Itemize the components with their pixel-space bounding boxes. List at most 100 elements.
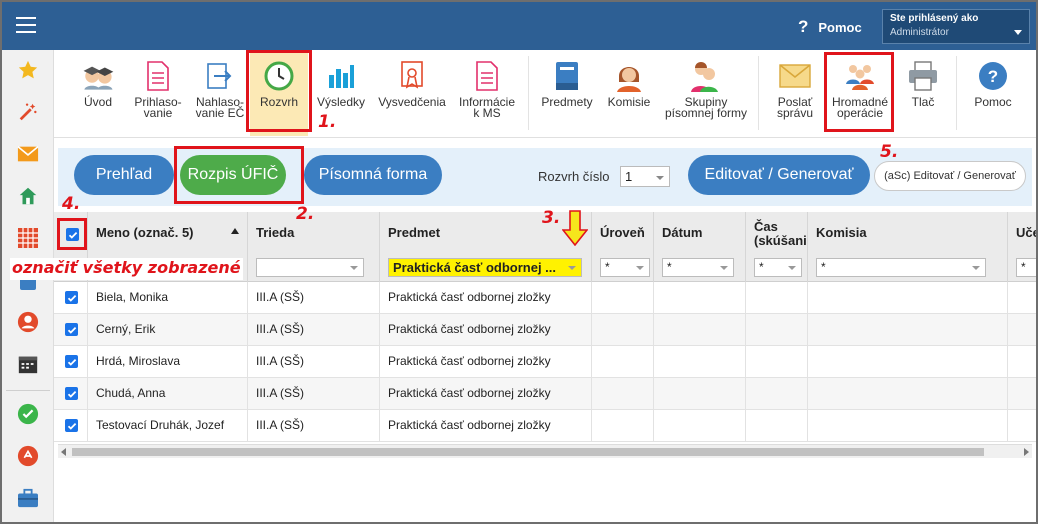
cell-datum	[654, 410, 746, 441]
col-datum[interactable]: Dátum *	[654, 212, 746, 282]
cell-meno: Testovací Druhák, Jozef	[88, 410, 248, 441]
cell-predmet: Praktická časť odbornej zložky	[380, 346, 592, 377]
help-label: Pomoc	[818, 19, 862, 35]
chevron-down-icon	[972, 266, 980, 270]
home-icon[interactable]	[16, 184, 40, 208]
filter-datum-value: *	[667, 260, 672, 274]
filter-predmet-value: Praktická časť odbornej ...	[393, 260, 557, 275]
table-row[interactable]: Cerný, Erik III.A (SŠ) Praktická časť od…	[54, 314, 1036, 346]
filter-uceb[interactable]: *	[1016, 258, 1036, 277]
toolbar-nahlasovanie[interactable]: Nahlaso- vanie EČ	[190, 50, 250, 136]
module-toolbar: Úvod Prihlaso- vanie Nahlaso- vanie EČ R…	[54, 50, 1036, 138]
tab-rozpis-ufic[interactable]: Rozpis ÚFIČ	[180, 155, 286, 195]
col-cas[interactable]: Čas (skúšani *	[746, 212, 808, 282]
svg-text:?: ?	[988, 67, 998, 86]
toolbar-pomoc[interactable]: ? Pomoc	[964, 50, 1022, 136]
filter-uroven[interactable]: *	[600, 258, 650, 277]
table-row[interactable]: Hrdá, Miroslava III.A (SŠ) Praktická čas…	[54, 346, 1036, 378]
annotation-select-all-note: označiť všetky zobrazené	[10, 258, 243, 280]
toolbar-skupiny[interactable]: Skupiny písomnej formy	[660, 50, 752, 136]
app-window: ? Pomoc Ste prihlásený ako Administrátor	[0, 0, 1038, 524]
table-row[interactable]: Biela, Monika III.A (SŠ) Praktická časť …	[54, 282, 1036, 314]
check-circle-icon[interactable]	[16, 402, 40, 426]
toolbar-vysvedcenia[interactable]: Vysvedčenia	[374, 50, 450, 136]
filter-cas[interactable]: *	[754, 258, 802, 277]
cell-predmet: Praktická časť odbornej zložky	[380, 314, 592, 345]
annotation-number-3: 3.	[542, 208, 561, 228]
filter-komisia[interactable]: *	[816, 258, 986, 277]
row-checkbox[interactable]	[65, 419, 78, 432]
toolbar-poslat-spravu[interactable]: Poslať správu	[766, 50, 824, 136]
scroll-left-icon[interactable]	[61, 448, 66, 456]
row-checkbox[interactable]	[65, 291, 78, 304]
row-checkbox[interactable]	[65, 387, 78, 400]
toolbar-informacie[interactable]: Informácie k MS	[454, 50, 520, 136]
scroll-right-icon[interactable]	[1024, 448, 1029, 456]
filter-cas-value: *	[759, 260, 764, 274]
cell-meno: Chudá, Anna	[88, 378, 248, 409]
horizontal-scrollbar[interactable]	[58, 444, 1032, 458]
scrollbar-thumb[interactable]	[72, 448, 984, 456]
table-row[interactable]: Chudá, Anna III.A (SŠ) Praktická časť od…	[54, 378, 1036, 410]
user-menu[interactable]: Ste prihlásený ako Administrátor	[882, 9, 1030, 44]
toolbar-label: Vysvedčenia	[378, 95, 446, 109]
table-row[interactable]: Testovací Druhák, Jozef III.A (SŠ) Prakt…	[54, 410, 1036, 442]
tab-pisomna-forma[interactable]: Písomná forma	[304, 155, 442, 195]
filter-komisia-value: *	[821, 260, 826, 274]
asc-edit-generate-button[interactable]: (aSc) Editovať / Generovať	[874, 161, 1026, 191]
briefcase-icon[interactable]	[16, 486, 40, 510]
toolbar-hromadne-operacie[interactable]: Hromadné operácie	[828, 50, 892, 136]
person-icon[interactable]	[16, 310, 40, 334]
filter-trieda[interactable]	[256, 258, 364, 277]
toolbar-tlac[interactable]: Tlač	[896, 50, 950, 136]
edit-generate-button[interactable]: Editovať / Generovať	[688, 155, 870, 195]
cell-uroven	[592, 346, 654, 377]
col-uceb[interactable]: Učeb *	[1008, 212, 1036, 282]
cell-meno: Hrdá, Miroslava	[88, 346, 248, 377]
hamburger-menu-icon[interactable]	[16, 17, 36, 34]
toolbar-label: Predmety	[541, 95, 593, 109]
cell-cas	[746, 378, 808, 409]
row-checkbox[interactable]	[65, 323, 78, 336]
col-uroven[interactable]: Úroveň *	[592, 212, 654, 282]
calendar-clock-icon[interactable]	[16, 352, 40, 376]
cell-datum	[654, 378, 746, 409]
rozvrh-cislo-select[interactable]: 1	[620, 166, 670, 187]
arrow-export-icon	[203, 59, 237, 93]
medal-icon[interactable]	[16, 444, 40, 468]
team-icon	[843, 59, 877, 93]
printer-icon	[906, 59, 940, 93]
toolbar-prihlasovanie[interactable]: Prihlaso- vanie	[128, 50, 188, 136]
grid-icon[interactable]	[16, 226, 40, 250]
filter-predmet[interactable]: Praktická časť odbornej ...	[388, 258, 582, 277]
filter-datum[interactable]: *	[662, 258, 734, 277]
tab-prehlad[interactable]: Prehľad	[74, 155, 174, 195]
cell-trieda: III.A (SŠ)	[248, 346, 380, 377]
col-komisia-title: Komisia	[816, 225, 867, 240]
select-all-checkbox[interactable]	[66, 228, 79, 241]
toolbar-uvod[interactable]: Úvod	[70, 50, 126, 136]
toolbar-label: Komisie	[607, 95, 651, 109]
help-link[interactable]: ? Pomoc	[798, 17, 862, 37]
envelope-icon[interactable]	[16, 142, 40, 166]
cell-cas	[746, 282, 808, 313]
row-checkbox-cell	[54, 346, 88, 377]
toolbar-predmety[interactable]: Predmety	[536, 50, 598, 136]
toolbar-divider	[758, 56, 759, 130]
magic-wand-icon[interactable]	[16, 100, 40, 124]
col-komisia[interactable]: Komisia *	[808, 212, 1008, 282]
filter-uceb-value: *	[1021, 260, 1026, 274]
col-predmet-title: Predmet	[388, 225, 441, 240]
toolbar-rozvrh[interactable]: Rozvrh	[250, 50, 308, 136]
col-meno-title: Meno (označ. 5)	[96, 225, 194, 240]
star-icon[interactable]	[16, 58, 40, 82]
chevron-down-icon	[656, 176, 664, 180]
toolbar-label: Informácie k MS	[458, 95, 516, 120]
chevron-down-icon	[720, 266, 728, 270]
top-bar: ? Pomoc Ste prihlásený ako Administrátor	[2, 2, 1036, 50]
left-sidebar	[2, 50, 54, 522]
toolbar-label: Úvod	[83, 95, 112, 109]
row-checkbox[interactable]	[65, 355, 78, 368]
toolbar-komisie[interactable]: Komisie	[602, 50, 656, 136]
document-list-icon	[141, 59, 175, 93]
